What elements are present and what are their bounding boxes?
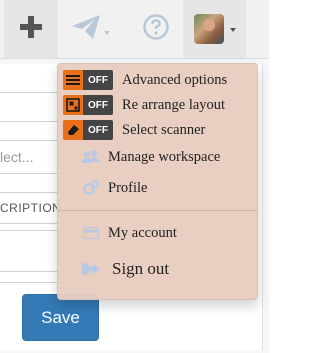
toggle-rearrange-layout[interactable]: OFF Re arrange layout (63, 95, 225, 115)
toggle-label: Advanced options (122, 71, 228, 88)
menu-item-manage-workspace[interactable]: Manage workspace (82, 148, 220, 166)
layout-icon (63, 95, 83, 115)
send-button[interactable] (64, 0, 116, 58)
chevron-down-icon (229, 28, 236, 32)
cogs-icon (82, 179, 100, 197)
question-circle-icon (143, 13, 169, 45)
user-menu-button[interactable] (183, 0, 246, 58)
save-label: Save (41, 307, 80, 327)
eraser-icon (63, 120, 83, 140)
column-header-label: CRIPTION (0, 201, 62, 215)
users-icon (82, 148, 100, 166)
select-placeholder: lect... (0, 149, 34, 165)
toggle-state: OFF (83, 120, 113, 140)
toggle-advanced-options[interactable]: OFF Advanced options (63, 70, 227, 90)
menu-item-profile[interactable]: Profile (82, 179, 147, 197)
toggle-state: OFF (83, 95, 113, 115)
menu-divider (58, 210, 257, 211)
toggle-label: Select scanner (122, 121, 206, 138)
sliders-icon (63, 70, 83, 90)
toggle-select-scanner[interactable]: OFF Select scanner (63, 120, 205, 140)
avatar (193, 14, 224, 44)
menu-item-my-account[interactable]: My account (82, 224, 177, 242)
help-button[interactable] (130, 0, 182, 58)
menu-item-sign-out[interactable]: Sign out (82, 259, 169, 279)
menu-item-label: My account (108, 224, 177, 241)
plus-icon (19, 15, 43, 44)
toggle-state: OFF (83, 70, 113, 90)
add-button[interactable] (4, 0, 58, 58)
menu-item-label: Profile (108, 179, 148, 196)
menu-item-label: Sign out (112, 259, 170, 278)
toggle-label: Re arrange layout (122, 96, 226, 113)
chevron-down-icon (103, 31, 110, 35)
sign-out-icon (82, 260, 100, 278)
save-button[interactable]: Save (22, 294, 99, 341)
paper-plane-icon (71, 14, 101, 45)
top-navbar (0, 0, 269, 59)
user-dropdown-menu: OFF Advanced options OFF Re arrange layo… (57, 63, 258, 300)
menu-item-label: Manage workspace (108, 148, 221, 165)
credit-card-icon (82, 224, 100, 242)
